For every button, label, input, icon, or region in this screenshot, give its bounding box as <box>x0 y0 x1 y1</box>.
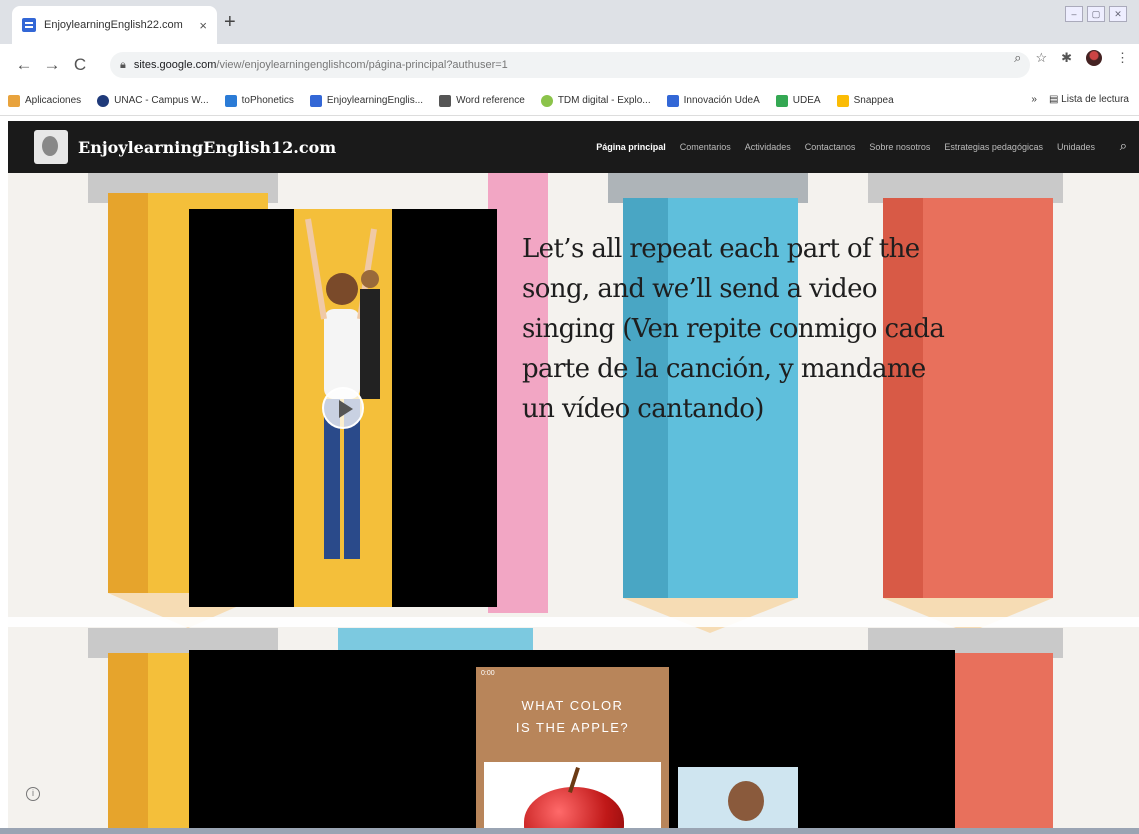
nav-estrategias[interactable]: Estrategias pedagógicas <box>944 142 1043 152</box>
bookmarks-bar: Aplicaciones UNAC - Campus W... toPhonet… <box>0 86 1139 116</box>
maximize-button[interactable]: ▢ <box>1087 6 1105 22</box>
tophonetics-icon <box>224 94 237 107</box>
browser-tab[interactable]: EnjoylearningEnglish22.com × <box>12 6 217 44</box>
lock-icon: 🔒︎ <box>120 58 126 71</box>
reading-list-button[interactable]: ▤ Lista de lectura <box>1049 94 1129 105</box>
bookmark-udea[interactable]: UDEA <box>775 94 821 107</box>
site-header: EnjoylearningEnglish12.com Página princi… <box>8 121 1139 173</box>
nav-comentarios[interactable]: Comentarios <box>680 142 731 152</box>
snappea-icon <box>836 94 849 107</box>
nav-unidades[interactable]: Unidades <box>1057 142 1095 152</box>
section-divider <box>8 617 1139 627</box>
reload-button[interactable]: C <box>66 55 94 75</box>
character-head <box>728 781 764 821</box>
nav-contactanos[interactable]: Contactanos <box>805 142 856 152</box>
google-sites-icon <box>309 94 322 107</box>
more-bookmarks-button[interactable]: » <box>1031 94 1037 105</box>
extensions-icon[interactable]: ✱ <box>1061 50 1072 66</box>
new-tab-button[interactable]: + <box>224 12 236 32</box>
tdm-icon <box>540 94 553 107</box>
nav-actividades[interactable]: Actividades <box>745 142 791 152</box>
bookmarks-right: » ▤ Lista de lectura <box>1031 94 1129 105</box>
bookmark-enjoylearning[interactable]: EnjoylearningEnglis... <box>309 94 423 107</box>
window-controls: – ▢ ✕ <box>1065 6 1127 22</box>
bookmark-tophonetics[interactable]: toPhonetics <box>224 94 294 107</box>
bookmark-innovacion[interactable]: Innovación UdeA <box>666 94 760 107</box>
site-logo[interactable] <box>34 130 68 164</box>
apple-video-player[interactable]: 0:00 WHAT COLOR IS THE APPLE? <box>189 650 955 828</box>
star-icon[interactable]: ☆ <box>1035 50 1047 66</box>
nav-sobre-nosotros[interactable]: Sobre nosotros <box>869 142 930 152</box>
drive-icon <box>775 94 788 107</box>
google-sites-icon <box>22 18 36 32</box>
bookmark-snappea[interactable]: Snappea <box>836 94 894 107</box>
browser-tabstrip: EnjoylearningEnglish22.com × + – ▢ ✕ <box>0 0 1139 44</box>
profile-avatar[interactable] <box>1086 50 1102 66</box>
reading-list-icon: ▤ <box>1048 94 1062 105</box>
song-video-player[interactable] <box>189 209 497 607</box>
bookmark-wordreference[interactable]: Word reference <box>439 94 525 107</box>
apple-icon <box>524 787 624 828</box>
video-question: WHAT COLOR IS THE APPLE? <box>515 698 630 735</box>
zoom-icon[interactable]: ⌕ <box>1014 50 1021 66</box>
google-sites-icon <box>666 94 679 107</box>
song-instructions: Let’s all repeat each part of the song, … <box>522 234 945 424</box>
os-taskbar <box>0 828 1139 834</box>
forward-button[interactable]: → <box>38 55 66 75</box>
unac-icon <box>97 94 110 107</box>
video-time: 0:00 <box>481 670 495 677</box>
menu-icon[interactable]: ⋮ <box>1116 50 1129 66</box>
url-host: sites.google.com <box>133 59 217 71</box>
page-content: Let’s all repeat each part of the song, … <box>8 173 1139 828</box>
tab-close-icon[interactable]: × <box>199 18 207 33</box>
video-side-thumbnail <box>678 767 798 828</box>
play-button[interactable] <box>322 387 364 429</box>
info-icon[interactable]: i <box>26 787 40 801</box>
bookmark-tdm[interactable]: TDM digital - Explo... <box>540 94 651 107</box>
wordreference-icon <box>439 94 452 107</box>
toolbar-icons: ⌕ ☆ ✱ ⋮ <box>1014 50 1129 66</box>
video-thumbnail <box>294 209 392 607</box>
address-bar[interactable]: 🔒︎ sites.google.com /view/enjoylearninge… <box>110 52 1030 78</box>
video-thumbnail: 0:00 WHAT COLOR IS THE APPLE? <box>476 667 669 828</box>
back-button[interactable]: ← <box>10 55 38 75</box>
nav-pagina-principal[interactable]: Página principal <box>596 142 666 152</box>
bookmark-apps[interactable]: Aplicaciones <box>8 94 81 107</box>
apple-image <box>484 762 661 828</box>
bookmark-unac[interactable]: UNAC - Campus W... <box>97 94 209 107</box>
close-window-button[interactable]: ✕ <box>1109 6 1127 22</box>
apps-icon <box>8 94 20 107</box>
site-nav: Página principal Comentarios Actividades… <box>596 121 1095 173</box>
minimize-button[interactable]: – <box>1065 6 1083 22</box>
url-path: /view/enjoylearningenglishcom/página-pri… <box>216 59 508 71</box>
site-title[interactable]: EnjoylearningEnglish12.com <box>78 138 336 157</box>
tab-title: EnjoylearningEnglish22.com <box>44 19 183 31</box>
search-icon[interactable]: ⌕ <box>1120 138 1127 154</box>
